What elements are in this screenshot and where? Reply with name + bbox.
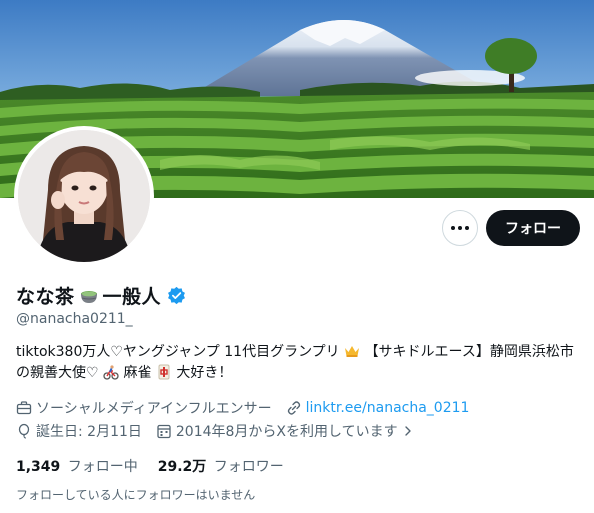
matcha-icon [80,290,97,303]
followers-you-know-note: フォローしている人にフォロワーはいません [16,488,256,502]
avatar-image [18,130,150,262]
handle: @nanacha0211_ [16,311,133,327]
bio-text-3: 麻雀 [123,365,152,381]
birthday: 誕生日: 2月11日 [16,421,142,441]
more-options-button[interactable] [442,210,478,246]
avatar[interactable] [14,126,154,266]
follow-button[interactable]: フォロー [486,210,580,246]
category: ソーシャルメディアインフルエンサー [16,398,272,418]
category-text: ソーシャルメディアインフルエンサー [36,401,272,417]
website[interactable]: linktr.ee/nanacha_0211 [286,400,470,416]
briefcase-icon [16,401,32,415]
more-icon-dot [458,226,462,230]
profile-meta-row-2: 誕生日: 2月11日 2014年8月からXを利用しています [16,421,432,441]
link-icon [287,401,300,415]
more-icon-dot [465,226,469,230]
display-name-row: なな茶 一般人 [16,282,186,309]
mahjong-tile-icon [158,364,170,380]
more-icon [451,226,455,230]
website-link[interactable]: linktr.ee/nanacha_0211 [306,400,470,416]
joined-text: 2014年8月からXを利用しています [175,424,398,440]
followers-count: 29.2万 [157,459,207,475]
cyclist-icon [103,365,119,380]
birthday-icon [18,423,30,439]
chevron-right-icon [404,426,411,436]
profile-meta-row-1: ソーシャルメディアインフルエンサー linktr.ee/nanacha_0211 [16,398,483,418]
bio-text-4: 大好き！ [176,365,233,381]
birthday-text: 誕生日: 2月11日 [36,424,142,440]
following-stat[interactable]: 1,349 フォロー中 [16,456,138,476]
following-count: 1,349 [16,459,61,475]
verified-icon[interactable] [167,286,186,305]
bio: tiktok380万人♡ヤングジャンプ 11代目グランプリ 【サキドルエース】静… [16,342,576,384]
followers-stat[interactable]: 29.2万 フォロワー [158,456,284,476]
display-name-suffix: 一般人 [102,286,162,308]
crown-icon [345,346,360,357]
bio-text-1: tiktok380万人♡ヤングジャンプ 11代目グランプリ [16,344,340,360]
follow-stats: 1,349 フォロー中 29.2万 フォロワー [16,456,284,476]
display-name: なな茶 [16,286,75,308]
joined-date[interactable]: 2014年8月からXを利用しています [156,421,418,441]
calendar-icon [157,424,171,439]
following-label: フォロー中 [67,459,138,475]
followers-label: フォロワー [213,459,284,475]
